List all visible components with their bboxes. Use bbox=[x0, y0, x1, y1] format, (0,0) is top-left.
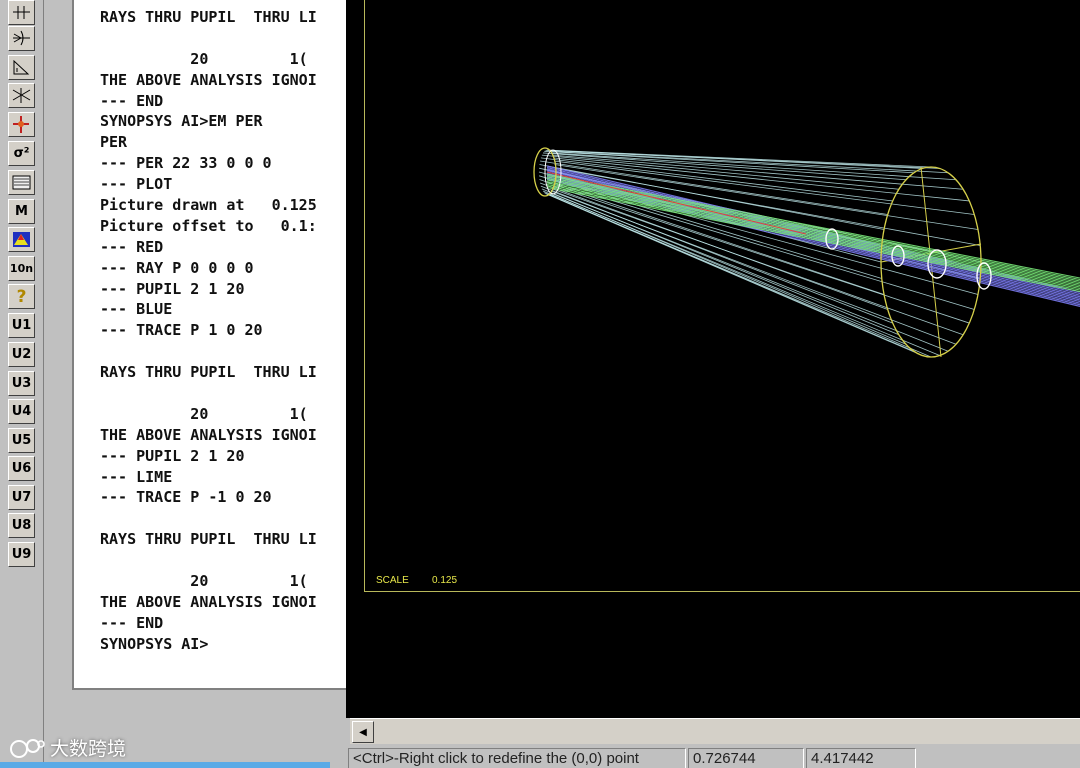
console-line: --- TRACE P 1 0 20 bbox=[100, 321, 263, 340]
console-line: 20 1( bbox=[100, 404, 308, 423]
ray-trace-plot bbox=[533, 147, 1080, 358]
user-macro-u7[interactable]: U7 bbox=[8, 485, 35, 510]
console-lines: RAYS THRU PUPIL THRU LI 20 1(THE ABOVE A… bbox=[100, 7, 317, 655]
color-triangle-icon-glyph bbox=[13, 232, 30, 247]
user-macro-u2-label: U2 bbox=[11, 347, 32, 362]
console-line: --- END bbox=[100, 613, 164, 632]
user-macro-u8-label: U8 bbox=[11, 518, 32, 533]
console-line: SYNOPSYS AI> bbox=[100, 634, 209, 653]
tool-palette: σ² M 10n? U1 U2 U3 U4 U5 U6 U7 U8 U9 bbox=[0, 0, 44, 768]
scale-value: 0.125 bbox=[432, 575, 458, 586]
console-line: --- PUPIL 2 1 20 bbox=[100, 446, 245, 465]
user-macro-u2[interactable]: U2 bbox=[8, 342, 35, 367]
console-output[interactable]: RAYS THRU PUPIL THRU LI 20 1(THE ABOVE A… bbox=[72, 0, 346, 690]
console-line: THE ABOVE ANALYSIS IGNOI bbox=[100, 592, 317, 611]
sigma-squared-icon-label: σ² bbox=[13, 146, 30, 161]
scale-label: SCALE bbox=[376, 575, 409, 586]
console-line: THE ABOVE ANALYSIS IGNOI bbox=[100, 70, 317, 89]
ion-button[interactable]: 10n bbox=[8, 256, 35, 281]
graphics-window[interactable]: SCALE 0.125 bbox=[346, 0, 1080, 718]
console-line: 20 1( bbox=[100, 572, 308, 591]
cursor-x-readout: 0.726744 bbox=[688, 748, 804, 768]
console-line: THE ABOVE ANALYSIS IGNOI bbox=[100, 425, 317, 444]
color-triangle-icon[interactable] bbox=[8, 227, 35, 252]
beam-icon[interactable] bbox=[8, 112, 35, 137]
user-macro-u3[interactable]: U3 bbox=[8, 371, 35, 396]
console-line: 20 1( bbox=[100, 49, 308, 68]
ion-button-label: 10n bbox=[9, 262, 34, 275]
user-macro-u7-label: U7 bbox=[11, 490, 32, 505]
prism-icon[interactable] bbox=[8, 55, 35, 80]
console-line: --- PUPIL 2 1 20 bbox=[100, 279, 245, 298]
user-macro-u6-label: U6 bbox=[11, 461, 32, 476]
lime-ray bbox=[546, 179, 1080, 285]
diverging-lens-icon[interactable] bbox=[8, 83, 35, 108]
sigma-squared-icon[interactable]: σ² bbox=[8, 141, 35, 166]
console-line: --- LIME bbox=[100, 467, 173, 486]
lens-pair-icon-glyph bbox=[13, 6, 30, 19]
lime-ray bbox=[546, 180, 1080, 287]
status-bar: <Ctrl>-Right click to redefine the (0,0)… bbox=[346, 746, 1080, 768]
watermark-logo-icon bbox=[10, 738, 45, 758]
macro-button-label: M bbox=[15, 204, 28, 219]
watermark: 大数跨境 bbox=[8, 734, 126, 761]
watermark-text: 大数跨境 bbox=[50, 738, 127, 760]
spectrum-icon-glyph bbox=[12, 175, 31, 190]
user-macro-u1[interactable]: U1 bbox=[8, 313, 35, 338]
lime-ray bbox=[546, 185, 1080, 291]
console-line: --- PLOT bbox=[100, 175, 173, 194]
help-icon-label: ? bbox=[16, 286, 27, 307]
status-hint: <Ctrl>-Right click to redefine the (0,0)… bbox=[348, 748, 686, 768]
beam-icon-glyph bbox=[13, 116, 29, 133]
user-macro-u4[interactable]: U4 bbox=[8, 399, 35, 424]
lens-pair-icon[interactable] bbox=[8, 0, 35, 25]
user-macro-u9-label: U9 bbox=[11, 547, 32, 562]
diverging-lens-icon-glyph bbox=[12, 88, 31, 103]
spectrum-icon[interactable] bbox=[8, 170, 35, 195]
chief-ray bbox=[546, 171, 807, 235]
console-line: Picture drawn at 0.125 bbox=[100, 196, 317, 215]
prism-icon-glyph bbox=[13, 59, 30, 75]
console-line: --- END bbox=[100, 91, 164, 110]
console-line: SYNOPSYS AI>EM PER bbox=[100, 112, 263, 131]
user-macro-u9[interactable]: U9 bbox=[8, 542, 35, 567]
user-macro-u6[interactable]: U6 bbox=[8, 456, 35, 481]
user-macro-u8[interactable]: U8 bbox=[8, 513, 35, 538]
macro-button[interactable]: M bbox=[8, 199, 35, 224]
console-line: --- RAY P 0 0 0 0 bbox=[100, 258, 254, 277]
horizontal-scrollbar[interactable]: ◀ bbox=[350, 718, 1080, 744]
lime-ray bbox=[546, 183, 1080, 290]
console-line: --- PER 22 33 0 0 0 bbox=[100, 154, 272, 173]
user-macro-u1-label: U1 bbox=[11, 318, 32, 333]
console-line: --- TRACE P -1 0 20 bbox=[100, 488, 272, 507]
console-line: RAYS THRU PUPIL THRU LI bbox=[100, 363, 317, 382]
console-line: Picture offset to 0.1: bbox=[100, 216, 317, 235]
console-line: RAYS THRU PUPIL THRU LI bbox=[100, 8, 317, 26]
user-macro-u3-label: U3 bbox=[11, 376, 32, 391]
converging-lens-icon-glyph bbox=[13, 30, 30, 46]
converging-lens-icon[interactable] bbox=[8, 26, 35, 51]
user-macro-u4-label: U4 bbox=[11, 404, 32, 419]
user-macro-u5[interactable]: U5 bbox=[8, 428, 35, 453]
scroll-left-arrow-icon[interactable]: ◀ bbox=[352, 721, 374, 743]
console-line: --- RED bbox=[100, 237, 164, 256]
console-line: PER bbox=[100, 133, 128, 152]
user-macro-u5-label: U5 bbox=[11, 433, 32, 448]
help-icon[interactable]: ? bbox=[8, 284, 35, 309]
progress-strip bbox=[0, 762, 330, 768]
console-line: RAYS THRU PUPIL THRU LI bbox=[100, 530, 317, 549]
cursor-y-readout: 4.417442 bbox=[806, 748, 916, 768]
cone-ray bbox=[549, 150, 949, 174]
console-line: --- BLUE bbox=[100, 300, 173, 319]
